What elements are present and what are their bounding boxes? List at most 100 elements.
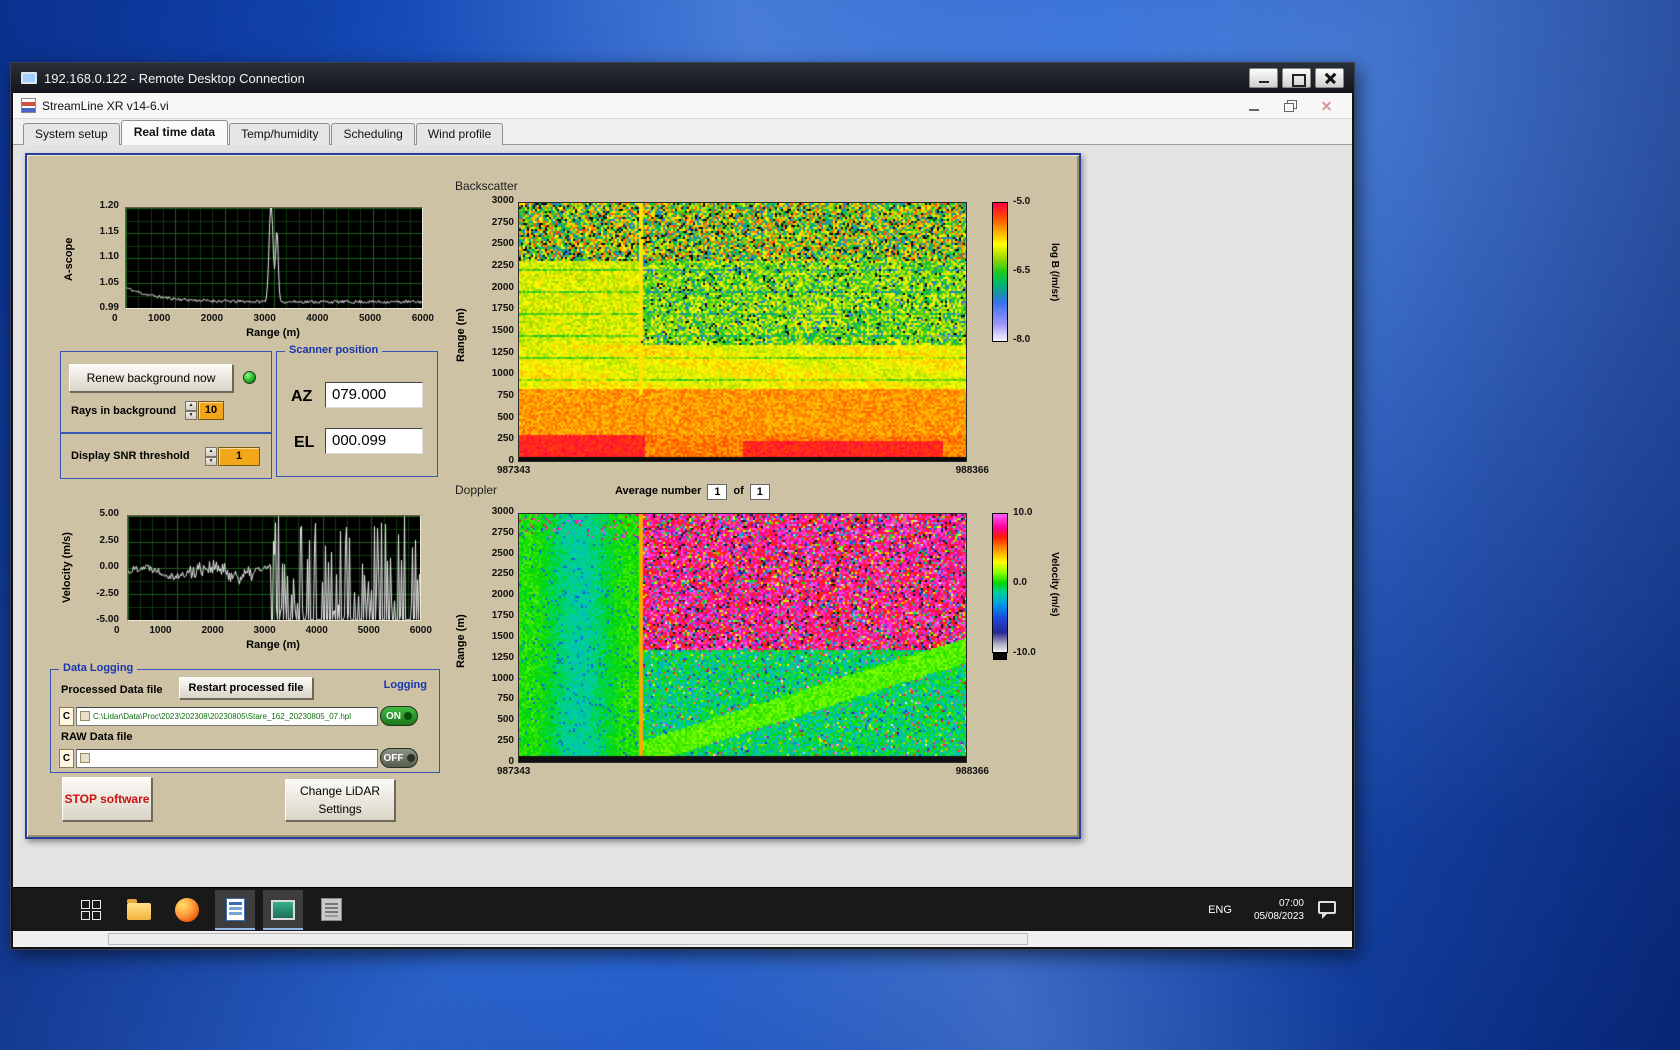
average-count-field[interactable]: 1	[749, 484, 770, 500]
notification-icon[interactable]	[1318, 901, 1336, 919]
tick-label: -5.0	[1013, 196, 1031, 207]
raw-drive-selector[interactable]: C	[59, 748, 74, 768]
remote-desktop-window: 192.168.0.122 - Remote Desktop Connectio…	[10, 62, 1355, 950]
tick-label: 2500	[491, 238, 514, 250]
tick-label: 987343	[497, 465, 531, 476]
velocity-x-axis-label: Range (m)	[246, 639, 300, 651]
app-close-button[interactable]	[1308, 96, 1344, 116]
processed-path-field[interactable]: C:\Lidar\Data\Proc\2023\202308\20230805\…	[76, 706, 378, 726]
scan-scheduler-icon	[320, 898, 342, 921]
background-controls-group: Renew background now Rays in background …	[60, 351, 272, 433]
renew-background-led	[243, 371, 256, 384]
rays-value-field[interactable]: 10	[198, 401, 224, 420]
ascope-x-ticks: 0 1000 2000 3000 4000 5000 6000	[112, 313, 434, 325]
bottom-strip	[108, 933, 1028, 945]
backscatter-title: Backscatter	[455, 179, 518, 193]
average-number-field[interactable]: 1	[707, 484, 728, 500]
spinner-down-icon[interactable]: ▼	[185, 410, 197, 420]
language-indicator[interactable]: ENG	[1200, 898, 1240, 922]
processed-path-row: C C:\Lidar\Data\Proc\2023\202308\2023080…	[59, 706, 418, 726]
taskbar-labview-app[interactable]	[263, 889, 303, 930]
taskbar-firefox[interactable]	[167, 890, 207, 930]
tick-label: 5000	[357, 625, 380, 636]
clock[interactable]: 07:00 05/08/2023	[1254, 897, 1304, 923]
tick-label: 1500	[491, 630, 514, 642]
spinner-down-icon[interactable]: ▼	[205, 456, 217, 466]
elevation-label: EL	[294, 434, 315, 451]
change-lidar-settings-button[interactable]: Change LiDAR Settings	[285, 779, 395, 821]
tick-label: 750	[497, 693, 514, 705]
rdp-monitor-icon	[21, 72, 37, 84]
processed-drive-selector[interactable]: C	[59, 706, 74, 726]
average-number-label: Average number	[615, 485, 702, 498]
azimuth-label: AZ	[291, 388, 313, 405]
processed-logging-toggle[interactable]: ON	[380, 706, 418, 726]
start-button[interactable]	[71, 890, 111, 930]
taskbar-scan-scheduler[interactable]	[311, 890, 351, 930]
stop-software-button[interactable]: STOP software	[62, 777, 152, 821]
tick-label: 6000	[411, 313, 434, 324]
doppler-colorbar-ticks: 10.0 0.0 -10.0	[1013, 507, 1051, 659]
snr-spinner[interactable]: ▲ ▼	[205, 447, 217, 466]
tick-label: 2000	[200, 313, 224, 324]
logging-label: Logging	[383, 679, 427, 691]
tick-label: 4000	[305, 625, 328, 636]
spinner-up-icon[interactable]: ▲	[185, 401, 197, 411]
data-logging-title: Data Logging	[59, 662, 138, 674]
tab-temp-humidity[interactable]: Temp/humidity	[229, 123, 331, 145]
ascope-y-axis-label: A-scope	[63, 237, 75, 281]
rays-spinner[interactable]: ▲ ▼	[185, 401, 197, 420]
rdp-client-area: StreamLine XR v14-6.vi System setup Real…	[13, 93, 1352, 947]
tick-label: 2.50	[99, 534, 119, 546]
document-icon	[225, 898, 245, 921]
tick-label: 0	[112, 313, 118, 324]
rdp-minimize-button[interactable]	[1249, 68, 1278, 88]
doppler-plot	[518, 513, 967, 763]
tab-real-time-data[interactable]: Real time data	[120, 120, 229, 145]
doppler-x-ticks: 987343 988366	[497, 766, 989, 778]
tick-label: 1000	[491, 672, 514, 684]
raw-logging-toggle[interactable]: OFF	[380, 748, 418, 768]
tick-label: -8.0	[1013, 334, 1031, 345]
tab-scheduling[interactable]: Scheduling	[331, 123, 415, 145]
doppler-colorbar-cap	[993, 653, 1007, 660]
processed-data-file-label: Processed Data file	[61, 684, 163, 696]
azimuth-field[interactable]: 079.000	[325, 382, 423, 408]
app-minimize-button[interactable]	[1236, 96, 1272, 116]
average-of-label: of	[733, 485, 744, 498]
app-restore-button[interactable]	[1272, 96, 1308, 116]
rdp-close-button[interactable]	[1315, 68, 1344, 88]
tick-label: 1.20	[99, 200, 119, 211]
raw-path-field[interactable]	[76, 748, 378, 768]
renew-background-button[interactable]: Renew background now	[69, 364, 233, 392]
tick-label: 0.0	[1013, 577, 1027, 588]
snr-value-field[interactable]: 1	[218, 447, 260, 466]
tick-label: 988366	[955, 465, 989, 476]
taskbar-file-explorer[interactable]	[119, 890, 159, 930]
browse-icon[interactable]	[80, 711, 90, 721]
labview-vi-icon	[21, 98, 36, 113]
file-explorer-icon	[127, 898, 151, 920]
desktop-background: 192.168.0.122 - Remote Desktop Connectio…	[0, 0, 1680, 1050]
snr-threshold-label: Display SNR threshold	[71, 450, 190, 462]
tab-system-setup[interactable]: System setup	[23, 123, 120, 145]
tick-label: 3000	[491, 195, 514, 206]
tick-label: 2500	[491, 547, 514, 559]
clock-date: 05/08/2023	[1253, 910, 1304, 922]
tick-label: 5.00	[99, 508, 119, 519]
restart-processed-file-button[interactable]: Restart processed file	[179, 677, 313, 699]
doppler-colorbar	[992, 513, 1008, 660]
tick-label: 0	[114, 625, 120, 636]
scanner-position-title: Scanner position	[285, 344, 383, 356]
tab-wind-profile[interactable]: Wind profile	[415, 123, 504, 145]
streamline-app-window: StreamLine XR v14-6.vi System setup Real…	[13, 93, 1352, 947]
taskbar-document-app[interactable]	[215, 889, 255, 930]
elevation-field[interactable]: 000.099	[325, 428, 423, 454]
rdp-maximize-button[interactable]	[1282, 68, 1311, 88]
tick-label: 1000	[491, 368, 514, 380]
browse-icon[interactable]	[80, 753, 90, 763]
rdp-titlebar[interactable]: 192.168.0.122 - Remote Desktop Connectio…	[11, 63, 1354, 93]
spinner-up-icon[interactable]: ▲	[205, 447, 217, 457]
app-titlebar[interactable]: StreamLine XR v14-6.vi	[13, 93, 1352, 119]
tick-label: 1750	[491, 303, 514, 315]
